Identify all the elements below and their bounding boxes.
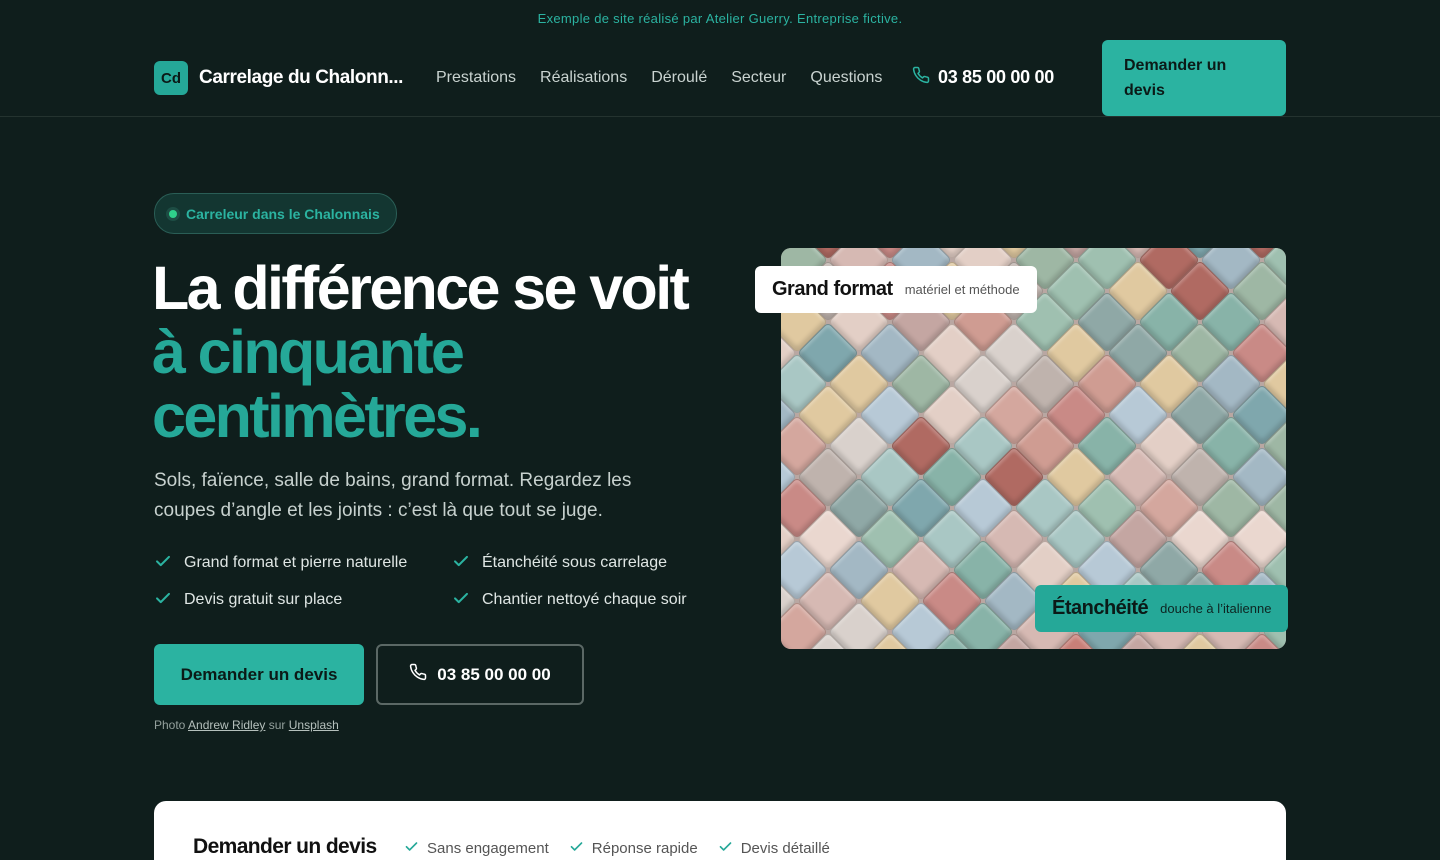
quote-title: Demander un devis	[193, 835, 377, 858]
hero-lead: Sols, faïence, salle de bains, grand for…	[154, 470, 632, 521]
check-icon	[452, 552, 470, 575]
check-item: Devis gratuit sur place	[154, 589, 452, 611]
location-badge: Carreleur dans le Chalonnais	[154, 193, 397, 234]
header-phone-number: 03 85 00 00 00	[938, 67, 1054, 87]
check-icon	[404, 839, 419, 858]
benefit-item: Réponse rapide	[569, 839, 698, 858]
header-quote-button[interactable]: Demander un devis	[1102, 40, 1286, 116]
main-nav: Prestations Réalisations Déroulé Secteur…	[436, 69, 882, 87]
check-label: Étanchéité sous carrelage	[482, 554, 667, 571]
check-label: Devis gratuit sur place	[184, 591, 343, 608]
photo-tag-grand-format: Grand format matériel et méthode	[755, 266, 1037, 313]
request-quote-button[interactable]: Demander un devis	[154, 644, 364, 705]
check-icon	[154, 589, 172, 612]
check-item: Grand format et pierre naturelle	[154, 552, 452, 574]
check-label: Grand format et pierre naturelle	[184, 554, 408, 571]
check-item: Étanchéité sous carrelage	[452, 552, 714, 574]
tag-title: Grand format	[772, 278, 893, 300]
photo-credit: Photo Andrew Ridley sur Unsplash	[154, 718, 339, 732]
brand-name[interactable]: Carrelage du Chalonn...	[199, 67, 403, 89]
benefit-item: Devis détaillé	[718, 839, 830, 858]
tag-title: Étanchéité	[1052, 597, 1149, 619]
hero-headline: La différence se voit à cinquante centim…	[152, 254, 690, 450]
check-icon	[569, 839, 584, 858]
demo-banner: Exemple de site réalisé par Atelier Guer…	[537, 11, 903, 26]
check-item: Chantier nettoyé chaque soir	[452, 589, 714, 611]
call-button[interactable]: 03 85 00 00 00	[376, 644, 584, 705]
nav-questions[interactable]: Questions	[810, 69, 882, 87]
check-icon	[154, 552, 172, 575]
credit-author-link[interactable]: Andrew Ridley	[188, 718, 265, 732]
credit-prefix: Photo	[154, 718, 186, 732]
tag-subtitle: douche à l’italienne	[1160, 601, 1272, 616]
quote-benefits: Sans engagement Réponse rapide Devis dét…	[404, 839, 830, 858]
check-label: Chantier nettoyé chaque soir	[482, 591, 687, 608]
headline-dot: .	[465, 382, 483, 450]
status-dot-icon	[169, 209, 177, 218]
check-icon	[718, 839, 733, 858]
nav-deroule[interactable]: Déroulé	[651, 69, 707, 87]
benefit-label: Devis détaillé	[740, 840, 830, 857]
nav-secteur[interactable]: Secteur	[731, 69, 786, 87]
badge-label: Carreleur dans le Chalonnais	[186, 205, 380, 222]
logo-icon[interactable]: Cd	[154, 61, 188, 95]
benefit-label: Réponse rapide	[591, 840, 698, 857]
quote-card: Demander un devis Sans engagement Répons…	[154, 801, 1286, 860]
tag-subtitle: matériel et méthode	[904, 282, 1020, 297]
feature-checklist: Grand format et pierre naturelle Étanché…	[154, 552, 714, 611]
check-icon	[452, 589, 470, 612]
call-button-label: 03 85 00 00 00	[437, 664, 551, 684]
headline-line1: La différence se voit	[152, 254, 690, 322]
nav-realisations[interactable]: Réalisations	[540, 69, 627, 87]
headline-line2: à cinquante	[152, 318, 465, 386]
benefit-item: Sans engagement	[404, 839, 549, 858]
headline-line3: centimètres	[152, 382, 468, 450]
site-header: Cd Carrelage du Chalonn... Prestations R…	[0, 40, 1440, 117]
benefit-label: Sans engagement	[427, 840, 549, 857]
phone-icon	[409, 663, 427, 686]
phone-icon	[912, 66, 930, 89]
photo-tag-etancheite: Étanchéité douche à l’italienne	[1035, 585, 1289, 632]
nav-prestations[interactable]: Prestations	[436, 69, 516, 87]
credit-site-link[interactable]: Unsplash	[289, 718, 339, 732]
header-phone-link[interactable]: 03 85 00 00 00	[912, 66, 1054, 89]
credit-mid: sur	[268, 718, 286, 732]
